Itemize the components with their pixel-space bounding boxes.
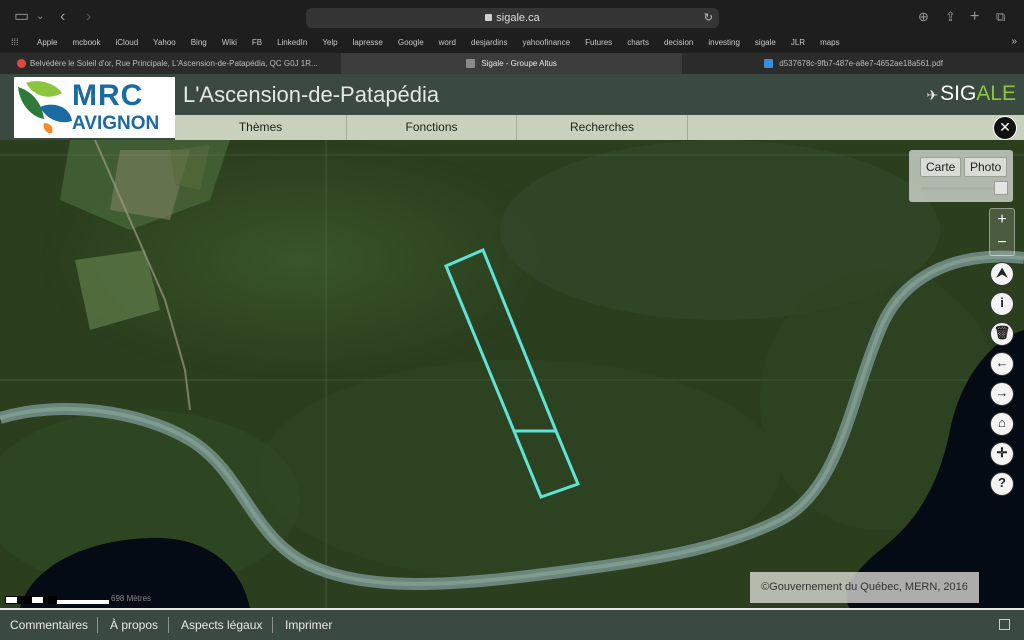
footer-a-propos[interactable]: À propos xyxy=(110,618,158,632)
favorite-link[interactable]: yahoofinance xyxy=(522,38,570,47)
favorite-link[interactable]: mcbook xyxy=(72,38,100,47)
sidebar-toggle-icon[interactable]: ▭ xyxy=(14,8,29,26)
brand-suffix: ALE xyxy=(976,82,1016,105)
favorite-link[interactable]: desjardins xyxy=(471,38,507,47)
back-icon[interactable]: ‹ xyxy=(60,8,65,26)
favorite-link[interactable]: LinkedIn xyxy=(277,38,307,47)
info-icon[interactable]: i xyxy=(990,292,1014,316)
favicon-icon xyxy=(466,59,476,69)
map-toolbar: + − ⮝ i 🗑 ← → ⌂ ✛ ? xyxy=(989,208,1015,496)
chevron-down-icon[interactable]: ⌄ xyxy=(36,8,44,26)
download-icon[interactable]: ⊕ xyxy=(918,8,929,26)
forward-arrow-icon[interactable]: → xyxy=(990,382,1014,406)
favorite-link[interactable]: iCloud xyxy=(115,38,138,47)
tab-sigale[interactable]: Sigale - Groupe Altus xyxy=(341,53,682,74)
favorites-bar: ⁞⁞⁞ Apple mcbook iCloud Yahoo Bing Wiki FB Link… xyxy=(0,34,1024,52)
favorite-link[interactable]: Yahoo xyxy=(153,38,176,47)
favorite-link[interactable]: investing xyxy=(708,38,740,47)
expand-icon[interactable] xyxy=(999,619,1010,630)
plane-icon: ✈ xyxy=(926,87,939,103)
tab-label: Sigale - Groupe Altus xyxy=(481,59,557,68)
map-copyright: ©Gouvernement du Québec, MERN, 2016 xyxy=(750,572,979,603)
tab-label: d537678c-9fb7-487e-a8e7-4652ae18a561.pdf xyxy=(779,59,943,68)
footer-aspects-legaux[interactable]: Aspects légaux xyxy=(181,618,262,632)
favorite-link[interactable]: sigale xyxy=(755,38,776,47)
favorite-link[interactable]: charts xyxy=(627,38,649,47)
footer-commentaires[interactable]: Commentaires xyxy=(10,618,88,632)
main-menu: Thèmes Fonctions Recherches xyxy=(175,115,1024,140)
close-button[interactable]: ✕ xyxy=(993,116,1017,140)
favorite-link[interactable]: Wiki xyxy=(222,38,237,47)
logo-text-avignon: AVIGNON xyxy=(72,113,160,134)
home-icon[interactable]: ⌂ xyxy=(990,412,1014,436)
tab-pdf[interactable]: d537678c-9fb7-487e-a8e7-4652ae18a561.pdf xyxy=(683,53,1024,74)
favorite-link[interactable]: lapresse xyxy=(353,38,383,47)
trash-icon[interactable]: 🗑 xyxy=(990,322,1014,346)
basemap-panel: Carte Photo xyxy=(909,150,1013,202)
browser-toolbar: ▭ ⌄ ‹ › sigale.ca ↻ ⊕ ⇪ + ⧉ xyxy=(0,0,1024,34)
sigale-brand[interactable]: ✈SIGALE xyxy=(926,82,1016,106)
zoom-out-icon[interactable]: − xyxy=(990,232,1014,255)
lock-icon xyxy=(485,14,493,21)
menu-themes[interactable]: Thèmes xyxy=(175,115,347,140)
tab-label: Belvédère le Soleil d'or, Rue Principale… xyxy=(30,59,318,68)
tab-maps[interactable]: Belvédère le Soleil d'or, Rue Principale… xyxy=(0,53,340,74)
help-icon[interactable]: ? xyxy=(990,472,1014,496)
carte-button[interactable]: Carte xyxy=(920,157,962,177)
opacity-slider-track[interactable] xyxy=(921,187,1003,190)
photo-button[interactable]: Photo xyxy=(964,157,1008,177)
favorite-link[interactable]: word xyxy=(439,38,456,47)
aerial-photo xyxy=(0,140,1024,608)
brand-prefix: SIG xyxy=(940,82,977,105)
favorite-link[interactable]: Apple xyxy=(37,38,57,47)
favorite-link[interactable]: Bing xyxy=(191,38,207,47)
share-icon[interactable]: ⇪ xyxy=(945,8,956,26)
favorite-link[interactable]: decision xyxy=(664,38,693,47)
north-arrow-icon[interactable]: ⮝ xyxy=(990,262,1014,286)
opacity-slider-thumb[interactable] xyxy=(994,181,1008,195)
page-title: L'Ascension-de-Patapédia xyxy=(183,82,440,107)
favorite-link[interactable]: Yelp xyxy=(322,38,337,47)
address-text: sigale.ca xyxy=(496,12,540,24)
logo-text-mrc: MRC xyxy=(72,79,144,112)
tab-strip: Belvédère le Soleil d'or, Rue Principale… xyxy=(0,53,1024,74)
map-view[interactable] xyxy=(0,140,1024,608)
favorites-list: Apple mcbook iCloud Yahoo Bing Wiki FB LinkedIn… xyxy=(37,38,855,47)
menu-fonctions[interactable]: Fonctions xyxy=(347,115,517,140)
zoom-in-icon[interactable]: + xyxy=(990,209,1014,232)
zoom-control: + − xyxy=(989,208,1015,256)
scale-label: 698 Mètres xyxy=(111,594,152,603)
grid-icon[interactable]: ⁞⁞⁞ xyxy=(11,37,19,47)
new-tab-icon[interactable]: + xyxy=(970,8,979,26)
back-arrow-icon[interactable]: ← xyxy=(990,352,1014,376)
forward-icon[interactable]: › xyxy=(86,8,91,26)
more-favorites-icon[interactable]: » xyxy=(1011,36,1017,47)
favorite-link[interactable]: JLR xyxy=(791,38,805,47)
favorite-link[interactable]: FB xyxy=(252,38,262,47)
map-pin-icon xyxy=(17,59,26,68)
mrc-avignon-logo[interactable]: MRC AVIGNON xyxy=(14,77,175,138)
address-bar[interactable]: sigale.ca ↻ xyxy=(306,8,719,28)
reload-icon[interactable]: ↻ xyxy=(704,8,713,28)
favorite-link[interactable]: Futures xyxy=(585,38,612,47)
menu-recherches[interactable]: Recherches xyxy=(517,115,688,140)
footer: Commentaires À propos Aspects légaux Imp… xyxy=(0,608,1024,640)
favorite-link[interactable]: Google xyxy=(398,38,424,47)
site-header: MRC AVIGNON L'Ascension-de-Patapédia ✈SI… xyxy=(0,74,1024,140)
footer-imprimer[interactable]: Imprimer xyxy=(285,618,332,632)
favorite-link[interactable]: maps xyxy=(820,38,840,47)
locate-icon[interactable]: ✛ xyxy=(990,442,1014,466)
drive-icon xyxy=(764,59,774,69)
tab-overview-icon[interactable]: ⧉ xyxy=(996,8,1005,26)
